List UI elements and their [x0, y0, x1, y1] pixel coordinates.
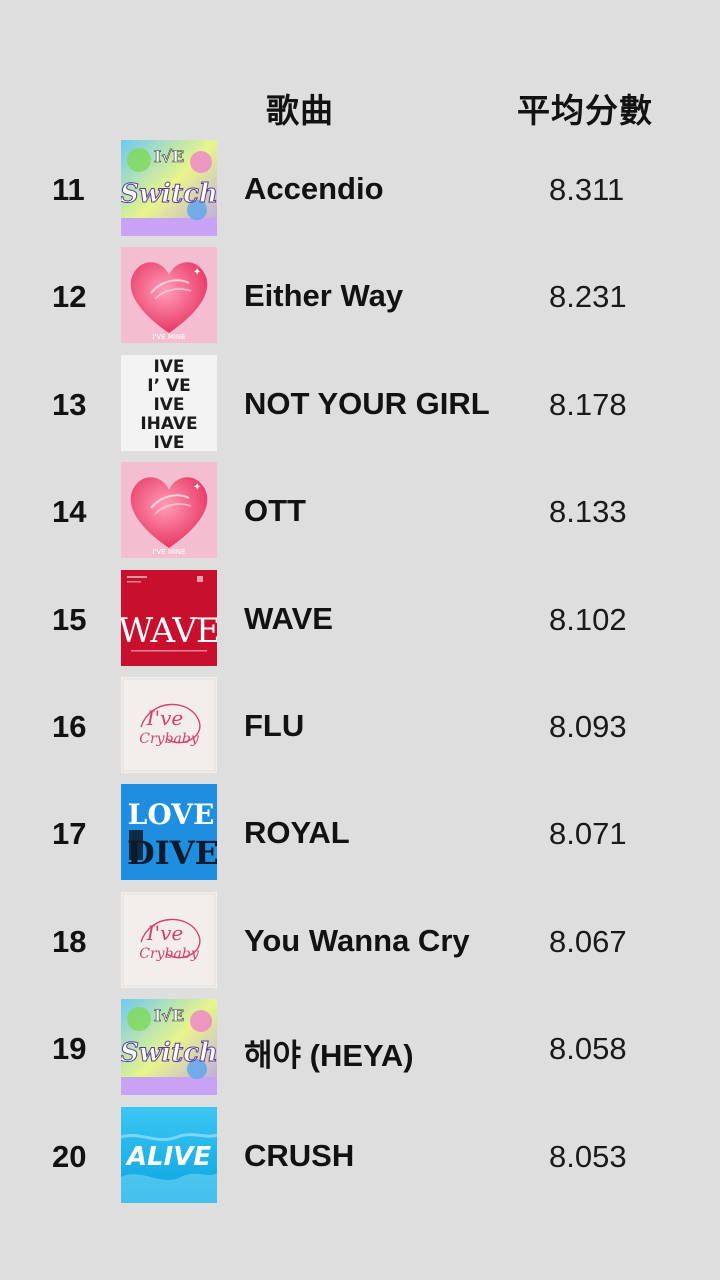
rank-number: 12: [52, 279, 87, 315]
song-title: Accendio: [244, 171, 384, 206]
average-score: 8.311: [549, 172, 625, 207]
rank-number: 15: [52, 601, 87, 637]
ive-empathy-heart-cover: [121, 247, 217, 343]
average-score: 8.067: [549, 923, 627, 959]
song-title: ROYAL: [244, 815, 350, 851]
list-item: 17 ROYAL 8.071: [0, 784, 720, 891]
song-title: OTT: [244, 493, 306, 529]
ive-crybaby-cover: [121, 677, 217, 773]
switch-album-cover: [121, 999, 217, 1095]
list-item: 20 CRUSH 8.053: [0, 1107, 720, 1214]
rank-number: 14: [52, 494, 87, 530]
rank-number: 11: [52, 172, 85, 207]
song-title: NOT YOUR GIRL: [244, 385, 490, 421]
table-header: 歌曲 平均分數: [0, 84, 720, 130]
song-title: 해야 (HEYA): [244, 1038, 414, 1074]
average-score: 8.053: [549, 1138, 627, 1174]
list-item: 13 NOT YOUR GIRL 8.178: [0, 355, 720, 462]
average-score: 8.058: [549, 1031, 627, 1067]
song-title: WAVE: [244, 600, 333, 636]
alive-cover: [121, 1107, 217, 1203]
song-title: CRUSH: [244, 1137, 355, 1173]
list-item: 11 Accendio 8.311: [0, 140, 720, 247]
list-item: 14 OTT 8.133: [0, 462, 720, 569]
song-column-header: 歌曲: [266, 91, 334, 130]
average-score: 8.231: [549, 279, 627, 315]
average-score: 8.178: [549, 386, 627, 422]
rank-number: 17: [52, 816, 87, 852]
i-have-ive-cover: [121, 355, 217, 451]
list-item: 18 You Wanna Cry 8.067: [0, 892, 720, 999]
switch-album-cover: [121, 140, 217, 236]
rank-number: 16: [52, 708, 87, 744]
average-score: 8.093: [549, 708, 627, 744]
ive-crybaby-cover: [121, 892, 217, 988]
ive-empathy-heart-cover: [121, 462, 217, 558]
wave-cover: [121, 570, 217, 666]
rank-number: 18: [52, 923, 87, 959]
list-item: 16 FLU 8.093: [0, 677, 720, 784]
average-score-column-header: 平均分數: [517, 91, 653, 130]
ranking-list: 11 Accendio 8.311 12 Either Way 8.231 13…: [0, 140, 720, 1214]
rank-number: 20: [52, 1138, 87, 1174]
song-title: Either Way: [244, 278, 404, 314]
average-score: 8.071: [549, 816, 627, 852]
rank-number: 19: [52, 1031, 87, 1067]
song-title: FLU: [244, 707, 305, 743]
rank-number: 13: [52, 386, 87, 422]
list-item: 19 해야 (HEYA) 8.058: [0, 999, 720, 1106]
list-item: 12 Either Way 8.231: [0, 247, 720, 354]
song-title: You Wanna Cry: [244, 922, 470, 958]
list-item: 15 WAVE 8.102: [0, 570, 720, 677]
love-dive-cover: [121, 784, 217, 880]
average-score: 8.102: [549, 601, 627, 637]
average-score: 8.133: [549, 494, 627, 530]
